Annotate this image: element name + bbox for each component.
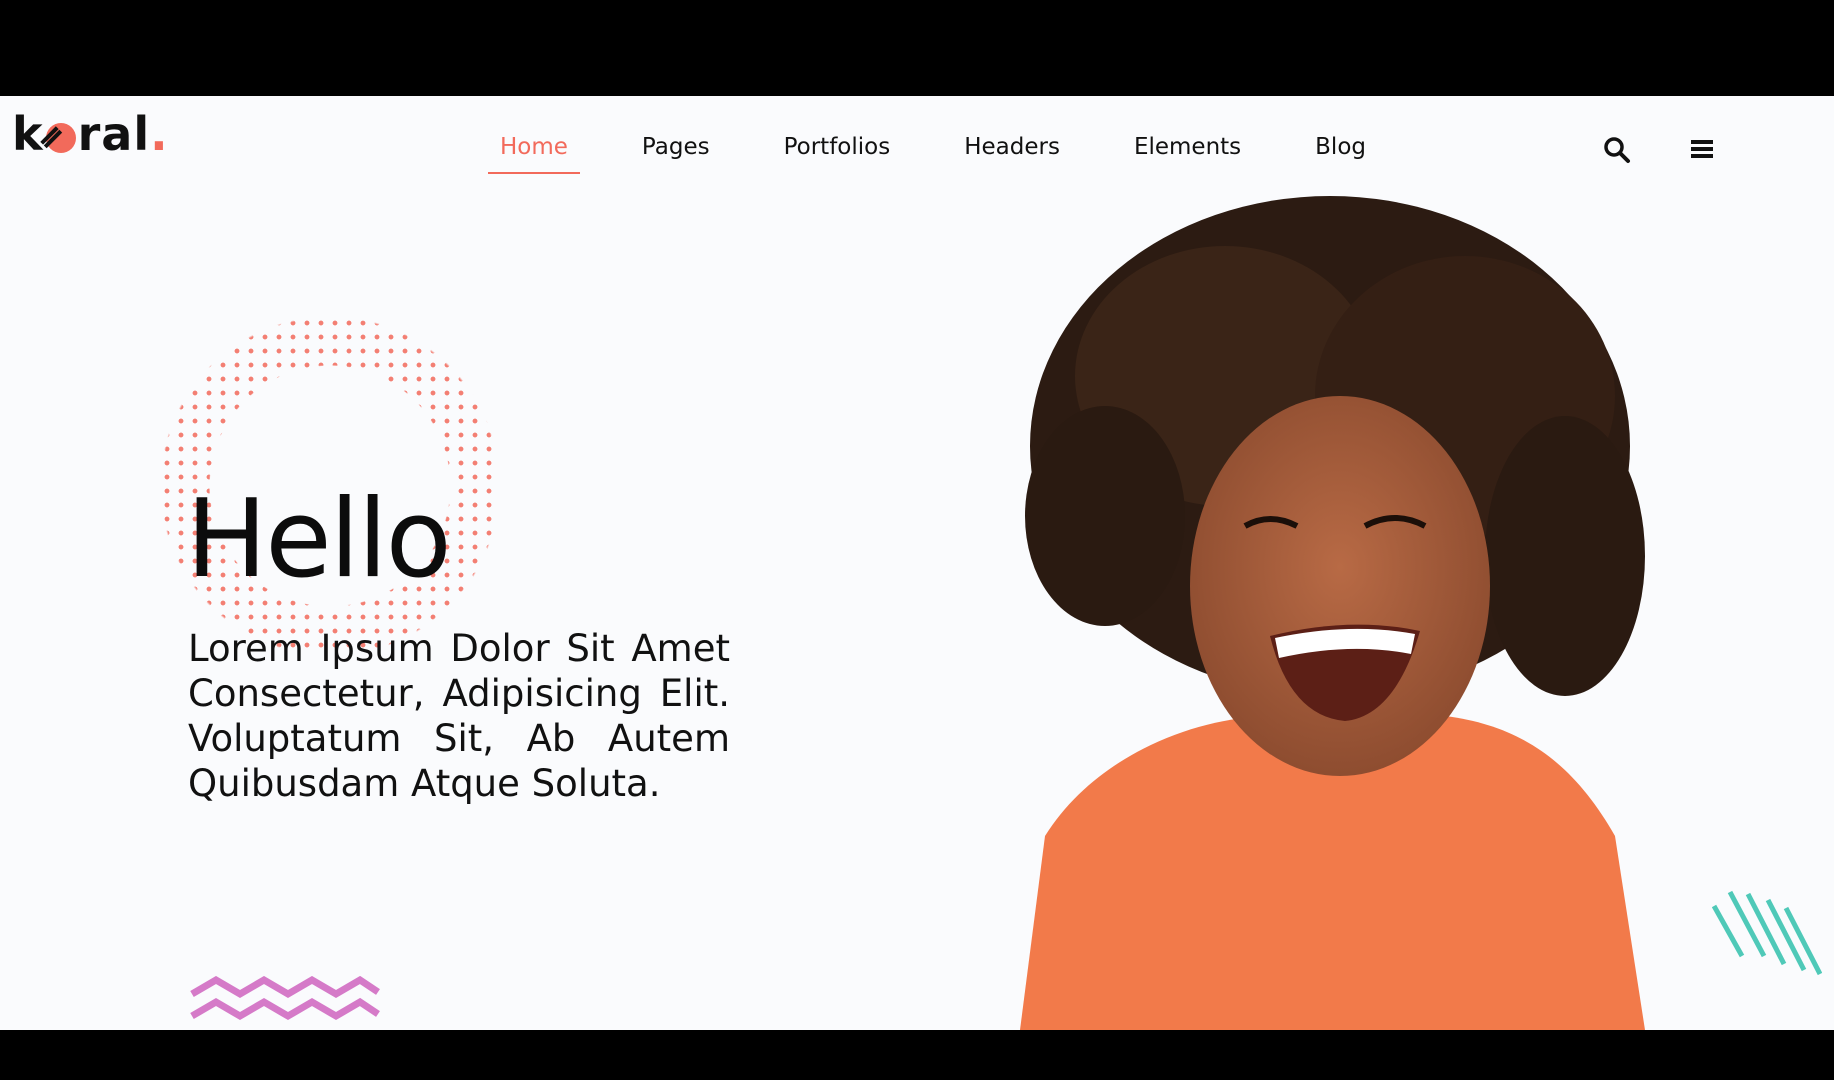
hero-title: Hello [186,477,452,602]
nav-item-home[interactable]: Home [488,134,580,174]
page: k ral. Home Pages Portfolios Headers Elem… [0,96,1834,1030]
logo-text: k [12,107,44,161]
hero-photo [1020,196,1645,1030]
nav-item-pages[interactable]: Pages [630,134,722,174]
nav-item-elements[interactable]: Elements [1122,134,1253,174]
nav-item-headers[interactable]: Headers [952,134,1072,174]
hero-text: Lorem Ipsum Dolor Sit Amet Consectetur, … [188,627,730,805]
nav-item-blog[interactable]: Blog [1303,134,1378,174]
nav-item-portfolios[interactable]: Portfolios [772,134,903,174]
hamburger-menu-icon[interactable] [1690,136,1720,166]
site-logo[interactable]: k ral. [12,104,169,164]
main-nav: Home Pages Portfolios Headers Elements B… [488,134,1428,174]
logo-accent: . [150,107,169,161]
logo-text-rest: ral [77,107,151,161]
logo-mark-icon [45,123,76,153]
search-icon[interactable] [1603,136,1633,166]
zigzag-decoration [190,976,380,1021]
